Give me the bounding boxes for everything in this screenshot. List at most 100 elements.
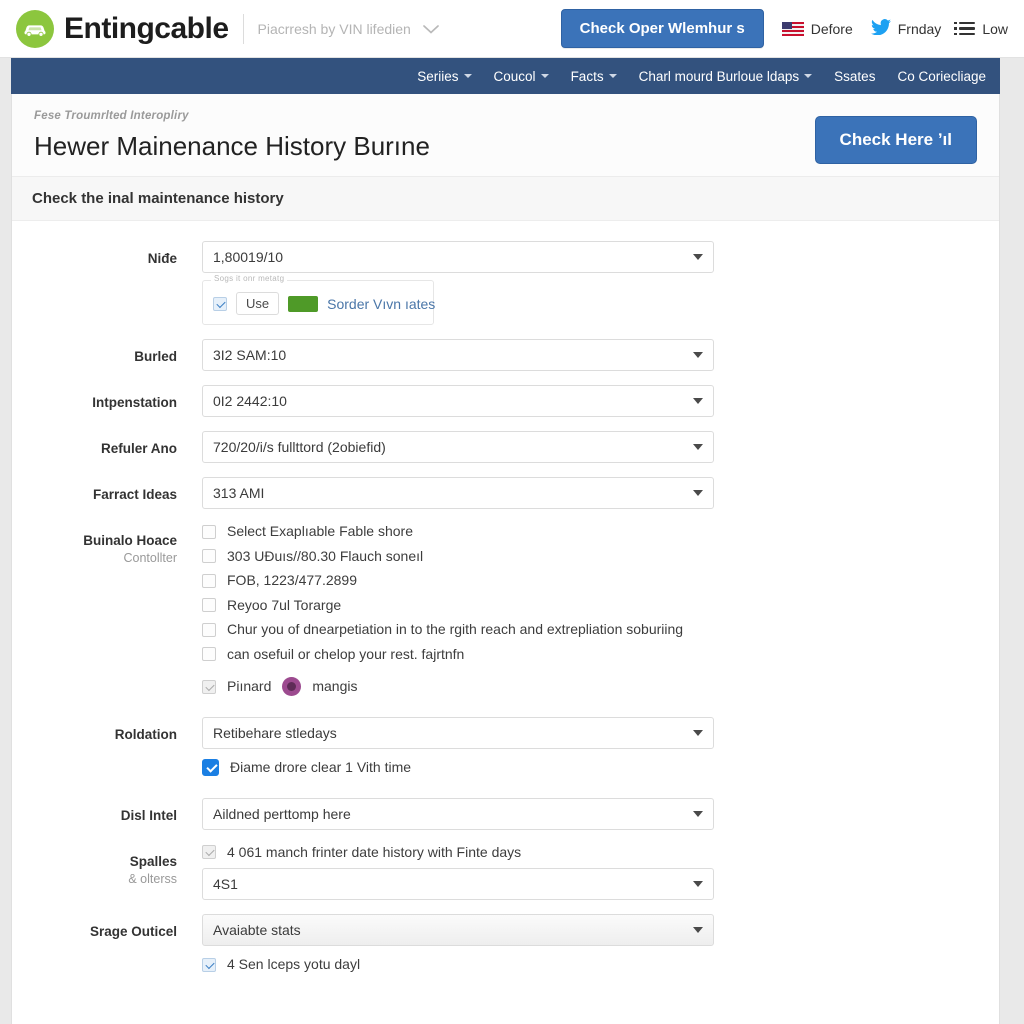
nide-select[interactable]: 1,80019/10 (202, 241, 714, 273)
badge-label: mangis (312, 677, 358, 694)
disl-intel-value: Aildned perttomp here (213, 805, 351, 822)
checkbox-checked[interactable] (202, 759, 219, 777)
twitter-bird-icon (870, 19, 891, 38)
page-header: Fese Troumrlted Interopliry Hewer Mainen… (12, 94, 999, 177)
refuler-value: 720/20/i/s fullttord (2obiefid) (213, 439, 386, 455)
nav-label: Co Coriecliage (897, 68, 986, 84)
use-button[interactable]: Use (236, 292, 280, 315)
srage-checkbox-item[interactable]: 4 Sen lceps yotu dayl (202, 956, 999, 974)
farract-select[interactable]: 313 AMI (202, 477, 714, 509)
brand-logo[interactable]: Entingcable (16, 9, 229, 48)
form-row-refuler: Refuler Ano 720/20/i/s fullttord (2obief… (12, 431, 999, 463)
checkbox[interactable] (202, 957, 216, 972)
form-row-intpenstation: Intpenstation 0I2 2442:10 (12, 385, 999, 417)
checkbox-label: Ɖiame drore clear 1 Vith time (230, 759, 412, 775)
content-card: Fese Troumrlted Interopliry Hewer Mainen… (11, 94, 1000, 1024)
us-flag-icon (781, 21, 804, 36)
intpenstation-value: 0I2 2442:10 (213, 393, 287, 409)
label-farract: Farract Ideas (92, 487, 177, 502)
nav-label: Facts (570, 68, 604, 84)
disl-intel-select[interactable]: Aildned perttomp here (202, 797, 714, 830)
spalles-value: 4S1 (213, 876, 238, 892)
checkbox[interactable] (202, 679, 216, 694)
checkbox[interactable] (202, 598, 216, 613)
form-row-nide: Niđe 1,80019/10 Sogs it onr metatg Use S… (12, 241, 999, 325)
chevron-down-icon (693, 881, 703, 887)
sorder-link[interactable]: Sorder Vıvn ıates (327, 296, 435, 312)
language-label: Defore (810, 20, 853, 37)
form-row-checkgroup: Buinalo Hoace Contollter Select Exaplıab… (12, 523, 999, 703)
checkbox-label: Chur you of dnearpetiation in to the rgi… (227, 621, 684, 637)
nav-item-facts[interactable]: Facts (571, 69, 617, 84)
check-here-button[interactable]: Check Here ʼıl (814, 116, 977, 164)
buried-select[interactable]: 3I2 SAM:10 (202, 339, 714, 371)
checkbox[interactable] (202, 549, 216, 564)
chevron-down-icon (422, 21, 439, 37)
main-nav: Seriies Coucol Facts Charl mourd Burloue… (11, 58, 1000, 94)
label-disl-intel: Disl Intel (120, 807, 177, 823)
label-main: Spalles (129, 853, 177, 869)
srage-value: Avaiabte stats (213, 922, 301, 938)
nav-item-charl-mourd[interactable]: Charl mourd Burloue ldaps (639, 69, 813, 84)
language-link[interactable]: Defore (781, 20, 853, 37)
roldation-checkbox-item[interactable]: Ɖiame drore clear 1 Vith time (202, 759, 999, 777)
nav-item-seriies[interactable]: Seriies (417, 69, 472, 84)
checkbox-item[interactable]: FOB, 1223/477.2899 (202, 572, 999, 590)
form-row-buried: Burled 3I2 SAM:10 (12, 339, 999, 371)
chevron-down-icon (540, 74, 549, 78)
status-badge-icon (282, 677, 302, 696)
nide-value: 1,80019/10 (213, 249, 284, 265)
checkbox-item[interactable]: Reyoo 7ul Torarge (202, 597, 999, 615)
srage-select[interactable]: Avaiabte stats (202, 914, 714, 946)
refuler-select[interactable]: 720/20/i/s fullttord (2obiefid) (202, 431, 714, 463)
menu-link[interactable]: Low (954, 20, 1008, 37)
color-swatch (288, 295, 319, 312)
roldation-select[interactable]: Retibehare stledays (202, 717, 714, 749)
top-bar: Entingcable Piacrresh by VIN lifedien Ch… (0, 0, 1024, 58)
top-right-actions: Check Oper Wlemhur s Defore Frnday Low (560, 9, 1008, 48)
nav-item-co-coriecliage[interactable]: Co Coriecliage (897, 69, 986, 84)
label-sub: Contollter (123, 551, 178, 566)
checkbox[interactable] (202, 647, 216, 662)
checkbox-item[interactable]: 303 UƉuıs//80.30 Flauch soneıl (202, 548, 999, 566)
label-buried: Burled (134, 349, 177, 364)
spalles-select[interactable]: 4S1 (202, 868, 714, 900)
buried-value: 3I2 SAM:10 (213, 347, 287, 363)
panel-checkbox[interactable] (213, 296, 227, 311)
checkbox-item[interactable]: can osefuil or chelop your rest. fajrtnf… (202, 646, 999, 664)
checkbox-label: can osefuil or chelop your rest. fajrtnf… (227, 645, 465, 662)
chevron-down-icon (608, 74, 617, 78)
maintenance-form: Niđe 1,80019/10 Sogs it onr metatg Use S… (12, 221, 999, 981)
form-row-disl-intel: Disl Intel Aildned perttomp here (12, 797, 999, 830)
chevron-down-icon (804, 74, 813, 78)
chevron-down-icon (463, 74, 472, 78)
chevron-down-icon (693, 927, 703, 933)
app-page: Entingcable Piacrresh by VIN lifedien Ch… (0, 0, 1024, 1024)
checkbox-item-piinard[interactable]: Piınard mangis (202, 677, 999, 696)
twitter-link[interactable]: Frnday (870, 19, 941, 38)
vin-search-dropdown[interactable]: Piacrresh by VIN lifedien (258, 21, 439, 37)
checkbox-label: Select Exaplıable Fable shore (227, 523, 413, 539)
menu-label: Low (982, 20, 1008, 37)
checkbox-label: FOB, 1223/477.2899 (227, 572, 357, 588)
checkbox[interactable] (202, 524, 216, 539)
chevron-down-icon (693, 490, 703, 496)
checkbox[interactable] (202, 573, 216, 588)
farract-value: 313 AMI (213, 485, 265, 501)
form-row-farract: Farract Ideas 313 AMI (12, 477, 999, 509)
checkbox-item[interactable]: Select Exaplıable Fable shore (202, 523, 999, 541)
spalles-checkbox-item[interactable]: 4 061 manch frinter date history with Fi… (202, 844, 999, 862)
nav-item-ssates[interactable]: Ssates (834, 69, 875, 84)
chevron-down-icon (693, 444, 703, 450)
chevron-down-icon (693, 730, 703, 736)
label-spalles: Spalles & olterss (12, 844, 202, 888)
checkbox[interactable] (202, 845, 216, 860)
checkbox-label: Reyoo 7ul Torarge (227, 596, 342, 613)
check-oper-button[interactable]: Check Oper Wlemhur s (560, 9, 764, 48)
nav-item-coucol[interactable]: Coucol (494, 69, 549, 84)
checkbox[interactable] (202, 622, 216, 637)
vin-search-label: Piacrresh by VIN lifedien (257, 20, 411, 37)
intpenstation-select[interactable]: 0I2 2442:10 (202, 385, 714, 417)
checkbox-item[interactable]: Chur you of dnearpetiation in to the rgi… (202, 621, 999, 639)
nav-label: Charl mourd Burloue ldaps (638, 68, 800, 84)
